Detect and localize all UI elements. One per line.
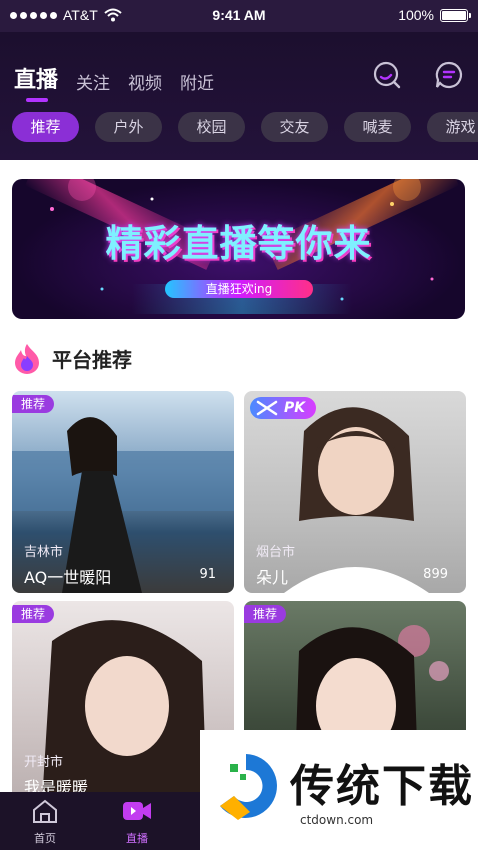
tabbar-live[interactable]: 直播: [102, 798, 172, 846]
chip-outdoor[interactable]: 户外: [95, 112, 162, 142]
status-right: 100%: [398, 7, 471, 23]
pk-badge: PK: [250, 397, 316, 419]
recommend-badge: 推荐: [12, 395, 55, 413]
chip-friends[interactable]: 交友: [261, 112, 328, 142]
ctdown-logo-icon: [220, 754, 277, 820]
card-city: 开封市: [24, 755, 64, 770]
battery-percent: 100%: [398, 7, 434, 23]
card-city: 烟台市: [256, 545, 296, 560]
tab-follow[interactable]: 关注: [76, 69, 110, 94]
watermark-logo: 传统下载 ctdown.com: [200, 730, 478, 850]
fire-icon: [15, 344, 39, 374]
promo-banner[interactable]: 精彩直播等你来 直播狂欢ing: [12, 179, 465, 319]
section-header: 平台推荐: [12, 342, 132, 374]
viewer-count: 91: [199, 567, 216, 582]
tab-video[interactable]: 视频: [128, 69, 162, 94]
top-tabs: 直播 关注 视频 附近: [14, 62, 214, 102]
tabbar-home-label: 首页: [34, 832, 56, 845]
viewer-count: 899: [423, 567, 448, 582]
card-city: 吉林市: [24, 545, 64, 560]
stream-card[interactable]: 推荐 吉林市 AQ一世暖阳 91: [12, 391, 234, 593]
streamer-photo: [284, 407, 429, 593]
tabbar-home[interactable]: 首页: [10, 798, 80, 846]
message-icon[interactable]: [434, 60, 464, 90]
watermark-url: ctdown.com: [300, 813, 374, 827]
watermark-title: 传统下载: [290, 761, 474, 812]
search-icon[interactable]: [372, 60, 402, 90]
video-camera-icon: [123, 802, 151, 820]
swords-icon: [256, 400, 278, 416]
section-title: 平台推荐: [52, 347, 132, 372]
recommend-badge: 推荐: [12, 605, 55, 623]
card-name: 朵儿: [256, 568, 289, 587]
status-bar: AT&T 9:41 AM 100%: [0, 0, 478, 32]
stream-card[interactable]: PK 烟台市 朵儿 899: [244, 391, 466, 593]
banner-tag: 直播狂欢ing: [165, 280, 313, 298]
chip-shout[interactable]: 喊麦: [344, 112, 411, 142]
chip-games[interactable]: 游戏: [427, 112, 478, 142]
tab-live[interactable]: 直播: [14, 62, 58, 102]
bottom-tabbar: 首页 直播: [0, 792, 200, 850]
recommend-badge: 推荐: [244, 605, 287, 623]
category-chips: 推荐 户外 校园 交友 喊麦 游戏: [12, 112, 478, 142]
streamer-photo: [12, 417, 234, 593]
tabbar-live-label: 直播: [126, 832, 148, 845]
chip-campus[interactable]: 校园: [178, 112, 245, 142]
chip-recommend[interactable]: 推荐: [12, 112, 79, 142]
banner-title: 精彩直播等你来: [105, 222, 372, 265]
tab-nearby[interactable]: 附近: [180, 69, 214, 94]
battery-icon: [440, 8, 471, 22]
card-name: AQ一世暖阳: [24, 568, 112, 587]
home-icon: [33, 799, 57, 823]
header: 直播 关注 视频 附近 推荐 户外 校园 交友 喊麦 游戏: [0, 32, 478, 160]
